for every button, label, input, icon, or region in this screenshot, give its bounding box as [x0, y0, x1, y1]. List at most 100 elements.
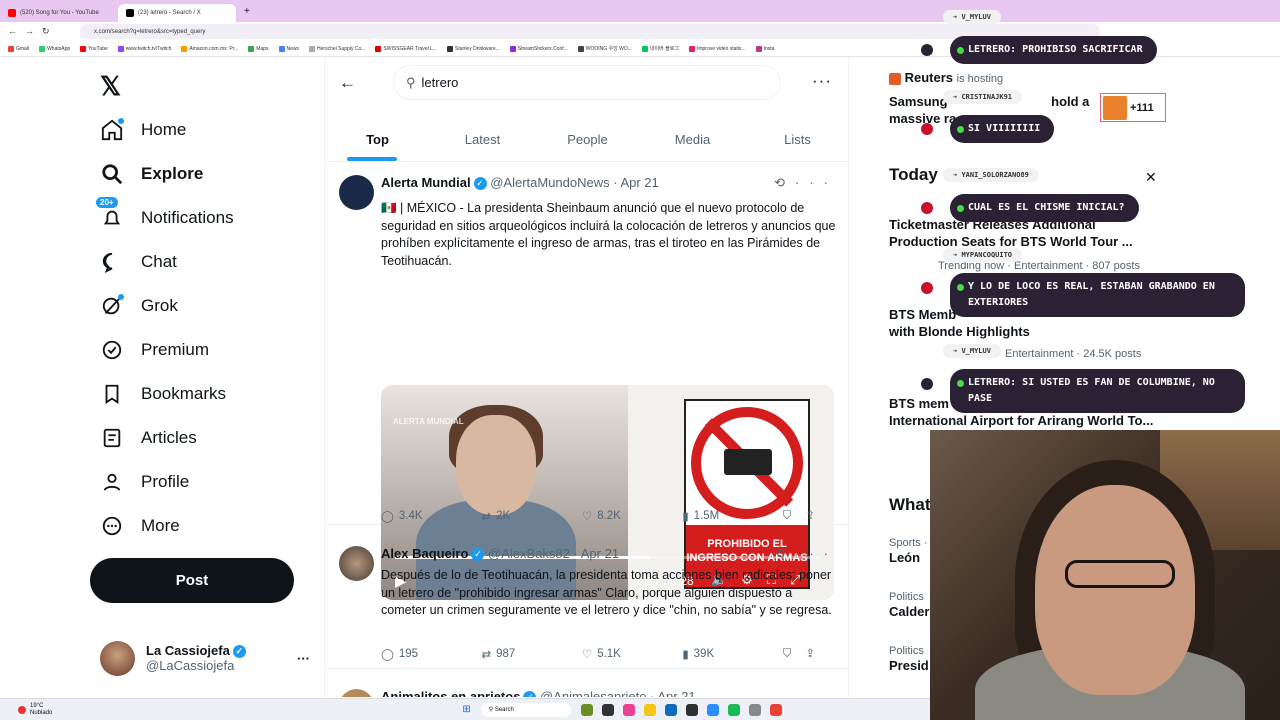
taskbar-app-icon[interactable] — [643, 703, 656, 716]
windows-taskbar: 19°C Nublado ⊞ ⚲ Search — [0, 698, 930, 720]
address-bar[interactable]: x.com/search?q=letrero&src=typed_query — [80, 24, 1100, 39]
tab-top[interactable]: Top — [325, 117, 430, 161]
bookmark-item[interactable]: Improve video statis... — [688, 45, 746, 52]
tweet-options-icon[interactable]: ⟲··· — [774, 175, 838, 191]
chat-username: ➔ V_MYLUV — [943, 10, 1001, 24]
bookmark-share-icons[interactable]: ⛉⇪ — [783, 508, 829, 523]
bookmark-item[interactable]: www.twitch.tv/Twitch — [117, 45, 171, 52]
whats-happening-heading: What — [889, 495, 931, 514]
post-button[interactable]: Post — [90, 558, 294, 603]
close-icon[interactable]: ✕ — [1145, 169, 1157, 186]
tweet-actions: ◯ 195 ⇄ 987 ♡ 5.1K ▮ 39K ⛉⇪ — [381, 646, 829, 661]
bookmark-item[interactable]: YouTube — [80, 45, 108, 52]
like-button[interactable]: ♡ 8.2K — [582, 508, 682, 523]
account-menu-icon[interactable]: ··· — [297, 651, 310, 666]
chat-message: CUAL ES EL CHISME INICIAL? — [950, 194, 1139, 222]
heart-icon: ♡ — [581, 648, 593, 661]
sidebar-item-notifications[interactable]: 20+ Notifications — [88, 196, 318, 240]
weather-widget[interactable]: 19°C Nublado — [30, 703, 52, 717]
today-heading: Today — [889, 165, 938, 184]
taskbar-app-icon[interactable] — [685, 703, 698, 716]
sidebar-item-articles[interactable]: Articles — [88, 416, 318, 460]
like-button[interactable]: ♡ 5.1K — [582, 646, 682, 661]
bookmark-item[interactable]: 네이버 블로그 — [641, 45, 679, 52]
sidebar-item-profile[interactable]: Profile — [88, 460, 318, 504]
verified-icon: ✓ — [232, 645, 246, 659]
taskbar-app-icon[interactable] — [706, 703, 719, 716]
new-tab-icon[interactable]: + — [244, 6, 250, 17]
bookmark-item[interactable]: Gmail — [8, 45, 29, 52]
taskbar-app-icon[interactable] — [601, 703, 614, 716]
avatar[interactable] — [339, 546, 374, 581]
side-item[interactable]: Politics Presid — [889, 645, 929, 674]
sidebar-item-chat[interactable]: Chat — [88, 240, 318, 284]
taskbar-search[interactable]: ⚲ Search — [480, 702, 571, 717]
back-arrow-icon[interactable]: ← — [339, 73, 356, 93]
bookmark-item[interactable]: Amazon.com.mx: Pr... — [181, 45, 238, 52]
weather-icon[interactable] — [18, 705, 26, 714]
grok-icon — [100, 294, 124, 318]
views-icon: ▮ — [682, 648, 689, 661]
tab-latest[interactable]: Latest — [430, 117, 535, 161]
browser-tab-strip: (520) Song for You - YouTube (23) letrer… — [0, 0, 1280, 22]
sidebar-item-grok[interactable]: Grok — [88, 284, 318, 328]
tweet[interactable]: Animalitos en aprietos✓ @Animalesaprieto… — [325, 677, 848, 697]
bookmark-item[interactable]: Stanley Drinkware... — [447, 45, 500, 52]
tab-media[interactable]: Media — [640, 117, 745, 161]
repost-icon: ⇄ — [481, 648, 492, 661]
x-logo-icon[interactable]: 𝕏 — [100, 64, 318, 108]
bookmark-item[interactable]: News — [278, 45, 299, 52]
tab-lists[interactable]: Lists — [745, 117, 848, 161]
chat-username: ➔ MYPANCOQUITO — [943, 248, 1023, 262]
bookmark-item[interactable]: WOOING 우잉 WO... — [577, 45, 632, 52]
taskbar-app-icon[interactable] — [580, 703, 593, 716]
home-icon — [100, 118, 124, 142]
sidebar-item-bookmarks[interactable]: Bookmarks — [88, 372, 318, 416]
avatar[interactable] — [339, 175, 374, 210]
bookmark-share-icons[interactable]: ⛉⇪ — [783, 646, 829, 661]
taskbar-app-icon[interactable] — [622, 703, 635, 716]
search-icon — [100, 162, 124, 186]
more-icon — [100, 514, 124, 538]
search-input[interactable]: ⚲ letrero — [393, 65, 781, 100]
search-icon: ⚲ — [406, 74, 416, 90]
reply-button[interactable]: ◯ 3.4K — [381, 508, 481, 523]
tab-people[interactable]: People — [535, 117, 640, 161]
taskbar-app-icon[interactable] — [748, 703, 761, 716]
reply-icon: ◯ — [381, 648, 394, 661]
taskbar-app-icon[interactable] — [727, 703, 740, 716]
sidebar-item-more[interactable]: More — [88, 504, 318, 548]
side-item[interactable]: Politics Calder — [889, 591, 929, 620]
more-options-icon[interactable]: ··· — [812, 71, 832, 91]
views-button[interactable]: ▮ 39K — [682, 646, 782, 661]
sidebar-item-explore[interactable]: Explore — [88, 152, 318, 196]
bookmark-item[interactable]: Maps — [248, 45, 269, 52]
bookmark-item[interactable]: StreamStickers.Conf... — [509, 45, 568, 52]
avatar[interactable] — [339, 689, 374, 697]
account-switcher[interactable]: La Cassiojefa ✓ @LaCassiojefa ··· — [100, 638, 310, 678]
repost-button[interactable]: ⇄ 2K — [481, 508, 581, 523]
bookmark-item[interactable]: Insta — [755, 45, 774, 52]
trend-meta: Entertainment · 24.5K posts — [1005, 348, 1142, 360]
browser-tab-youtube[interactable]: (520) Song for You - YouTube — [0, 4, 118, 22]
tweet[interactable]: Alex Baqueiro ✓ @AlexBaks82 · Apr 21 ⟲···… — [325, 534, 848, 669]
taskbar-app-icon[interactable] — [664, 703, 677, 716]
browser-tab-x[interactable]: (23) letrero - Search / X — [118, 4, 236, 22]
bookmark-item[interactable]: SWISSGEAR Travel L... — [375, 45, 437, 52]
bookmark-item[interactable]: WhatsApp — [39, 45, 70, 52]
sidebar-item-premium[interactable]: Premium — [88, 328, 318, 372]
views-button[interactable]: ▮ 1.5M — [682, 508, 782, 523]
start-icon[interactable]: ⊞ — [462, 704, 470, 715]
notification-badge: 20+ — [96, 197, 118, 208]
reply-button[interactable]: ◯ 195 — [381, 646, 481, 661]
chat-heart-icon — [921, 282, 933, 294]
sidebar-item-home[interactable]: Home — [88, 108, 318, 152]
space-host-row[interactable]: Reuters is hosting — [889, 69, 1003, 86]
bookmark-item[interactable]: Herschel Supply Co... — [309, 45, 365, 52]
nav-arrows-icon[interactable]: ←→↻ — [8, 26, 58, 37]
side-item[interactable]: Sports · León — [889, 537, 928, 566]
tweet-options-icon[interactable]: ⟲··· — [774, 546, 838, 562]
repost-button[interactable]: ⇄ 987 — [481, 646, 581, 661]
tweet[interactable]: Alerta Mundial ✓ @AlertaMundoNews · Apr 2… — [325, 163, 848, 600]
taskbar-app-icon[interactable] — [769, 703, 782, 716]
